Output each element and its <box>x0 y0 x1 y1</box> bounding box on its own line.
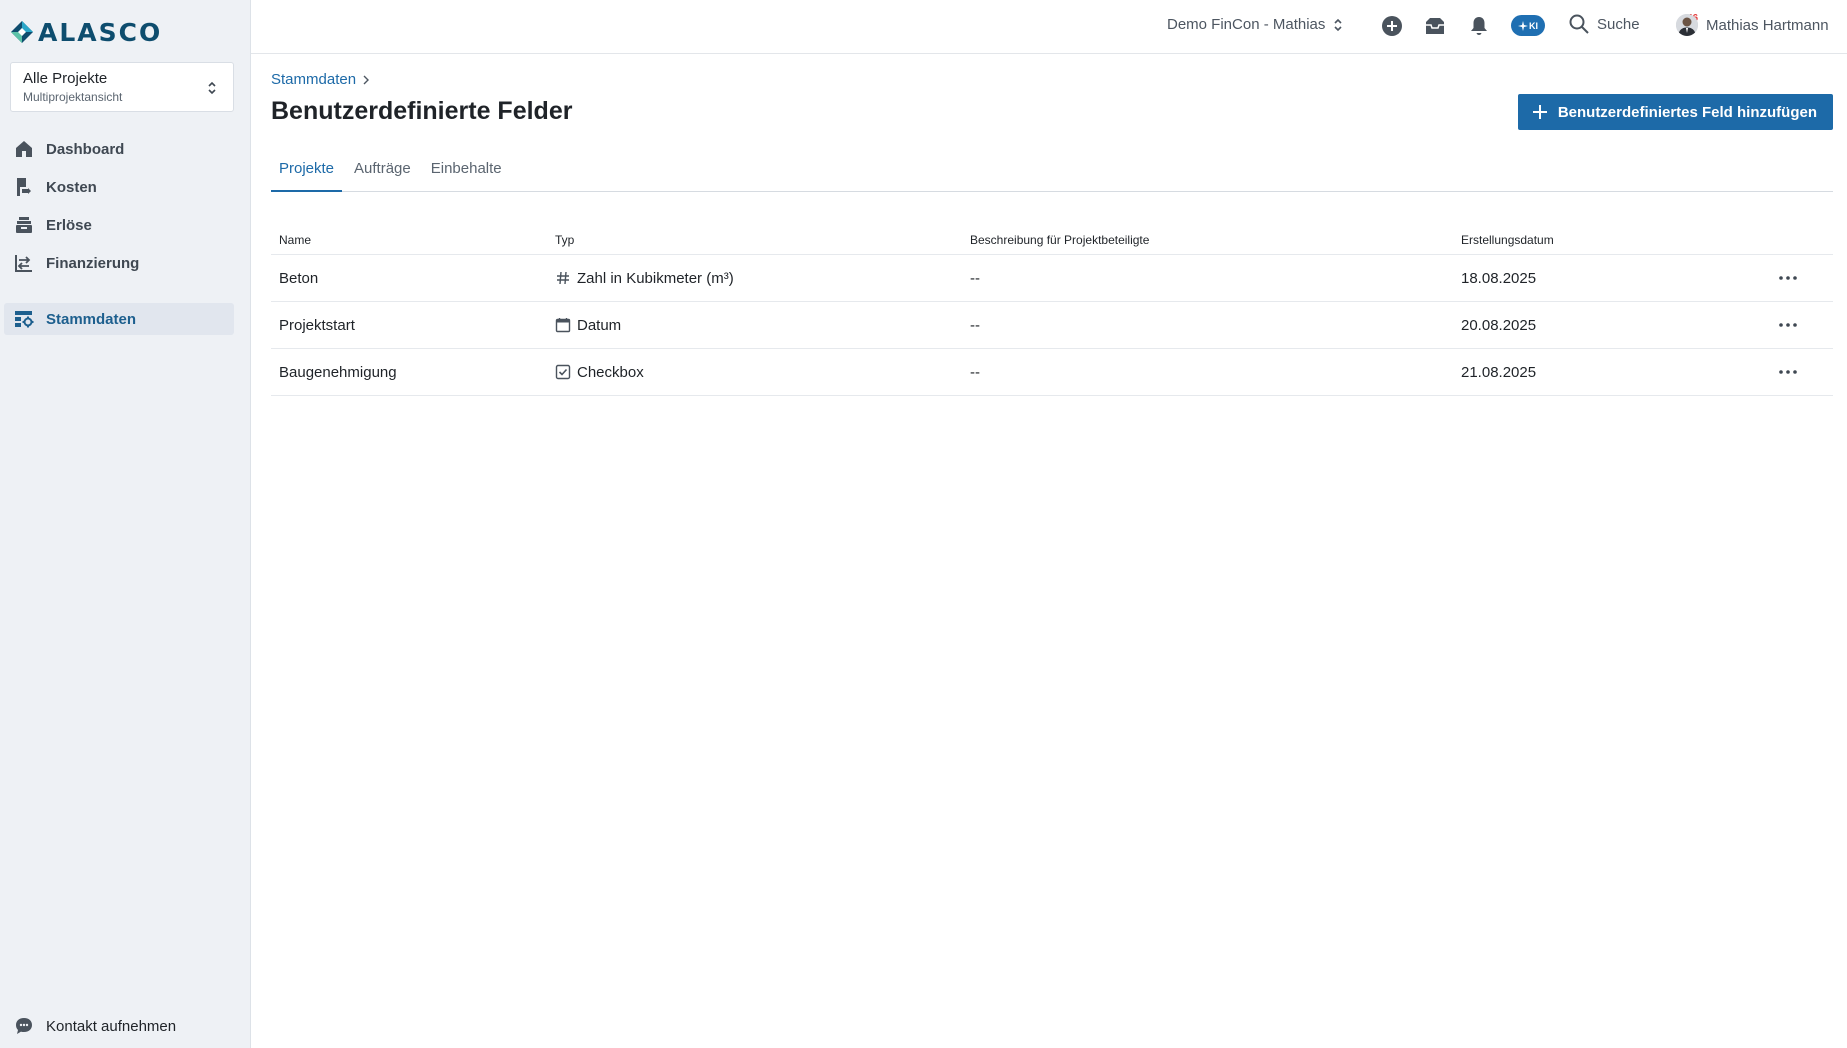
user-name: Mathias Hartmann <box>1706 16 1829 34</box>
bell-icon <box>1471 17 1487 35</box>
cell-type-label: Checkbox <box>577 363 644 381</box>
tab-bar: Projekte Aufträge Einbehalte <box>271 146 1833 192</box>
sidebar-item-label: Stammdaten <box>46 310 137 328</box>
table-row[interactable]: Baugenehmigung Checkbox -- 21.08.2025 <box>271 349 1833 396</box>
cell-type-label: Datum <box>577 316 622 334</box>
cell-description: -- <box>970 269 980 287</box>
contact-label: Kontakt aufnehmen <box>46 1017 177 1035</box>
chat-bubble-icon <box>16 1018 32 1034</box>
alasco-logo[interactable]: ALASCO <box>10 17 163 47</box>
cost-icon <box>14 177 34 197</box>
logo-text: ALASCO <box>38 17 163 47</box>
search-button[interactable]: Suche <box>1569 14 1640 34</box>
sparkle-icon <box>1518 20 1528 31</box>
inbox-button[interactable] <box>1423 14 1447 38</box>
cell-name: Projektstart <box>279 316 355 334</box>
row-actions-menu-icon[interactable] <box>1774 362 1802 382</box>
ki-label: KI <box>1529 20 1538 31</box>
sidebar-item-label: Erlöse <box>46 216 92 234</box>
chevron-up-down-icon <box>208 81 216 95</box>
tenant-switcher[interactable]: Demo FinCon - Mathias <box>1167 16 1343 33</box>
column-header-date[interactable]: Erstellungsdatum <box>1453 233 1743 247</box>
contact-button[interactable]: Kontakt aufnehmen <box>14 1016 176 1036</box>
page-title: Benutzerdefinierte Felder <box>271 97 573 125</box>
row-actions-menu-icon[interactable] <box>1774 268 1802 288</box>
add-custom-field-button[interactable]: Benutzerdefiniertes Feld hinzufügen <box>1517 94 1833 130</box>
cell-type-label: Zahl in Kubikmeter (m³) <box>577 269 734 287</box>
add-custom-field-label: Benutzerdefiniertes Feld hinzufügen <box>1557 103 1817 121</box>
table-header: Name Typ Beschreibung für Projektbeteili… <box>271 226 1833 255</box>
hash-icon <box>555 270 571 286</box>
cell-name: Baugenehmigung <box>279 363 397 381</box>
notifications-button[interactable] <box>1467 14 1491 38</box>
cell-date: 21.08.2025 <box>1461 363 1537 381</box>
row-actions-menu-icon[interactable] <box>1774 315 1802 335</box>
breadcrumb: Stammdaten <box>271 71 370 88</box>
column-header-type[interactable]: Typ <box>547 233 962 247</box>
tab-projekte[interactable]: Projekte <box>271 146 343 192</box>
checkbox-icon <box>555 364 571 380</box>
search-icon <box>1569 14 1589 34</box>
sidebar-nav: Dashboard Kosten Erlöse Finanzierung Sta… <box>4 133 234 341</box>
cell-description: -- <box>970 316 980 334</box>
inbox-icon <box>1426 18 1444 34</box>
cell-type: Datum <box>547 317 962 334</box>
chevron-right-icon <box>363 75 370 84</box>
financing-icon <box>14 253 34 273</box>
search-label: Suche <box>1597 15 1640 33</box>
project-selector-subtitle: Multiprojektansicht <box>23 90 123 104</box>
cell-date: 18.08.2025 <box>1461 269 1537 287</box>
table-row[interactable]: Projektstart Datum -- 20.08.2025 <box>271 302 1833 349</box>
create-button[interactable] <box>1380 14 1404 38</box>
sidebar-item-label: Finanzierung <box>46 254 140 272</box>
sidebar-item-kosten[interactable]: Kosten <box>4 171 234 203</box>
sidebar-item-label: Kosten <box>46 178 97 196</box>
project-selector-title: Alle Projekte <box>23 70 108 87</box>
home-icon <box>14 139 34 159</box>
sidebar-item-erloese[interactable]: Erlöse <box>4 209 234 241</box>
ki-assistant-button[interactable]: KI <box>1511 15 1545 36</box>
cell-name: Beton <box>279 269 319 287</box>
sidebar-item-label: Dashboard <box>46 140 125 158</box>
plus-icon <box>1532 105 1547 119</box>
column-header-name[interactable]: Name <box>271 233 547 247</box>
tenant-name: Demo FinCon - Mathias <box>1167 16 1326 33</box>
main-content: Stammdaten Benutzerdefinierte Felder Ben… <box>271 54 1847 1048</box>
tab-einbehalte[interactable]: Einbehalte <box>423 146 510 192</box>
custom-fields-table: Name Typ Beschreibung für Projektbeteili… <box>271 226 1833 396</box>
revenue-icon <box>14 215 34 235</box>
cell-description: -- <box>970 363 980 381</box>
master-data-icon <box>14 309 34 329</box>
sidebar: ALASCO Alle Projekte Multiprojektansicht… <box>0 0 251 1048</box>
sidebar-item-finanzierung[interactable]: Finanzierung <box>4 247 234 279</box>
plus-circle-icon <box>1382 16 1402 36</box>
chevron-up-down-icon <box>1334 18 1342 31</box>
logo-mark-icon <box>11 21 33 43</box>
calendar-icon <box>555 317 571 333</box>
table-row[interactable]: Beton Zahl in Kubikmeter (m³) -- 18.08.2… <box>271 255 1833 302</box>
user-menu[interactable]: Mathias Hartmann <box>1676 14 1829 36</box>
cell-type: Checkbox <box>547 364 962 381</box>
avatar <box>1676 14 1698 36</box>
top-bar: Demo FinCon - Mathias 46 KI Suche Mathia… <box>251 0 1847 54</box>
breadcrumb-link-stammdaten[interactable]: Stammdaten <box>271 71 356 88</box>
project-selector[interactable]: Alle Projekte Multiprojektansicht <box>10 62 234 112</box>
sidebar-item-stammdaten[interactable]: Stammdaten <box>4 303 234 335</box>
cell-date: 20.08.2025 <box>1461 316 1537 334</box>
column-header-description[interactable]: Beschreibung für Projektbeteiligte <box>962 233 1453 247</box>
tab-auftraege[interactable]: Aufträge <box>346 146 419 192</box>
cell-type: Zahl in Kubikmeter (m³) <box>547 270 962 287</box>
sidebar-item-dashboard[interactable]: Dashboard <box>4 133 234 165</box>
